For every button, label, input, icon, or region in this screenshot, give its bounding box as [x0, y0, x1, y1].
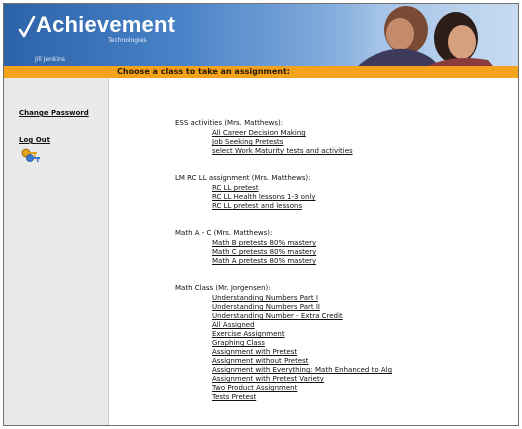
logout-link[interactable]: Log Out	[19, 136, 50, 144]
class-title-ess: ESS activities (Mrs. Matthews):	[175, 119, 284, 127]
user-name: Jill Jenkins	[35, 56, 66, 63]
app-window: Achievement Technologies Jill Jenkins Ch…	[3, 3, 519, 426]
assignment-link[interactable]: Math B pretests 80% mastery	[212, 239, 316, 247]
class-title-math-a-c: Math A - C (Mrs. Matthews):	[175, 229, 273, 237]
assignment-link[interactable]: RC LL pretest and lessons	[212, 202, 302, 210]
assignment-link[interactable]: Understanding Number - Extra Credit	[212, 312, 343, 320]
assignment-link[interactable]: Tests Pretest	[212, 393, 256, 401]
assignment-link[interactable]: select Work Maturity tests and activitie…	[212, 147, 353, 155]
assignment-link[interactable]: Assignment with Pretest	[212, 348, 297, 356]
assignment-link[interactable]: Math A pretests 80% mastery	[212, 257, 316, 265]
assignment-link[interactable]: Job Seeking Pretests	[212, 138, 283, 146]
header-photo	[288, 4, 518, 66]
header-banner: Achievement Technologies Jill Jenkins	[4, 4, 518, 66]
assignment-link[interactable]: RC LL pretest	[212, 184, 259, 192]
keys-icon[interactable]	[21, 148, 41, 164]
assignment-link[interactable]: Understanding Numbers Part II	[212, 303, 320, 311]
logo-subtitle: Technologies	[108, 37, 147, 44]
assignment-link[interactable]: Assignment with Pretest Variety	[212, 375, 324, 383]
assignment-link[interactable]: RC LL Health lessons 1-3 only	[212, 193, 315, 201]
logo-text: Achievement	[36, 12, 176, 37]
assignment-link[interactable]: All Career Decision Making	[212, 129, 306, 137]
sidebar: Change Password Log Out	[4, 78, 109, 425]
change-password-link[interactable]: Change Password	[19, 109, 89, 117]
assignment-link[interactable]: Assignment without Pretest	[212, 357, 309, 365]
assignment-link[interactable]: Exercise Assignment	[212, 330, 285, 338]
instruction-text: Choose a class to take an assignment:	[117, 67, 290, 76]
class-list: ESS activities (Mrs. Matthews): All Care…	[109, 78, 518, 425]
class-title-lm-rc-ll: LM RC LL assignment (Mrs. Matthews):	[175, 174, 311, 182]
assignment-link[interactable]: Two Product Assignment	[212, 384, 297, 392]
instruction-bar: Choose a class to take an assignment:	[4, 66, 518, 78]
assignment-link[interactable]: Math C pretests 80% mastery	[212, 248, 316, 256]
class-title-math-class: Math Class (Mr. Jorgensen):	[175, 284, 271, 292]
assignment-link[interactable]: Understanding Numbers Part I	[212, 294, 318, 302]
assignment-link[interactable]: All Assigned	[212, 321, 255, 329]
assignment-link[interactable]: Assignment with Everything: Math Enhance…	[212, 366, 392, 374]
logo-check-icon	[18, 15, 36, 38]
assignment-link[interactable]: Graphing Class	[212, 339, 265, 347]
